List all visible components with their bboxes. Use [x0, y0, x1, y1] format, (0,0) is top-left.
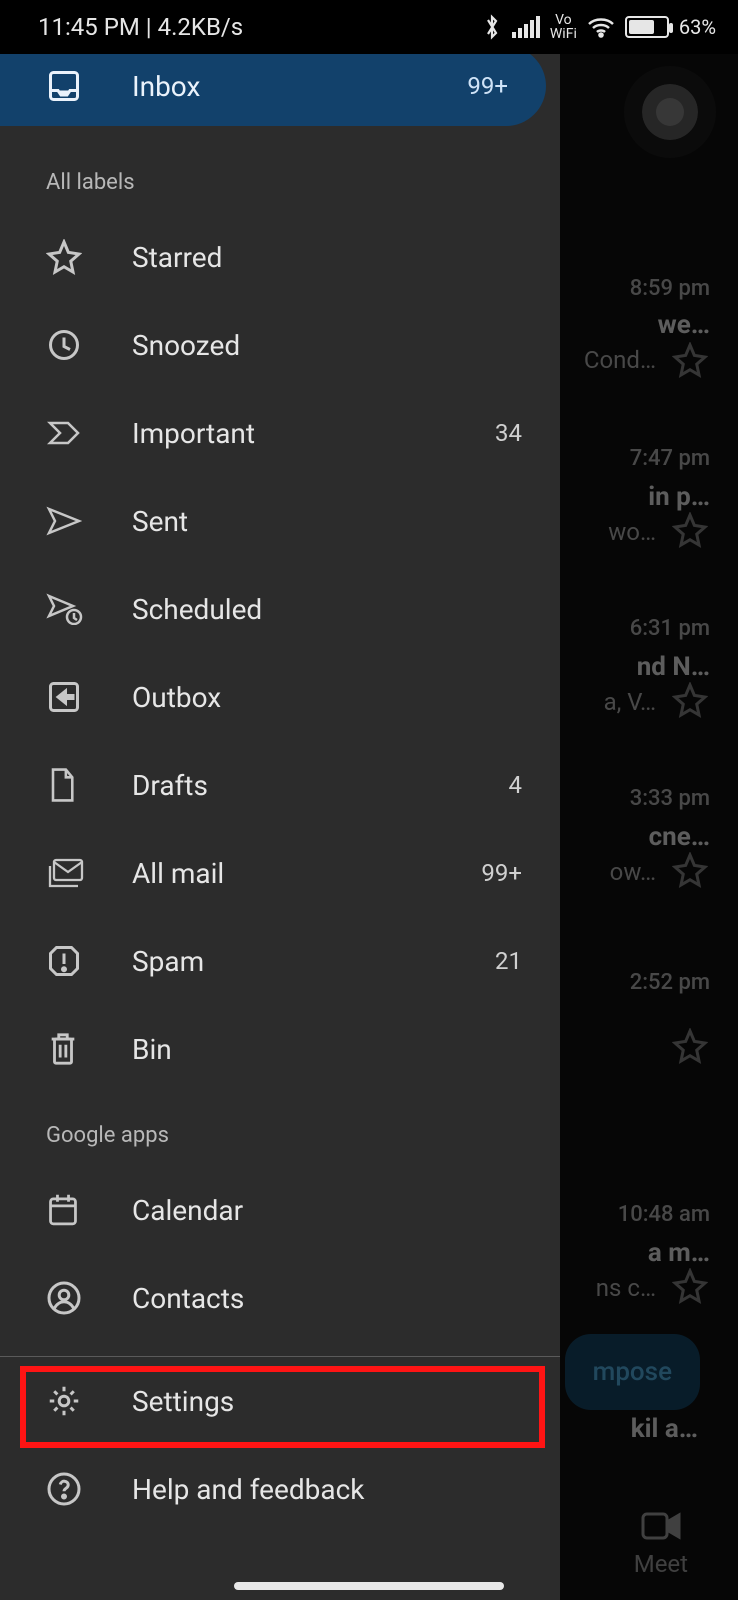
drawer-item-count: 34 [495, 419, 522, 447]
drawer-item-label: Drafts [132, 769, 208, 802]
drawer-item-label: Inbox [132, 70, 200, 103]
wifi-icon [587, 16, 615, 38]
drawer-item-calendar[interactable]: Calendar [0, 1166, 560, 1254]
drawer-item-label: All mail [132, 857, 224, 890]
clock-icon [46, 327, 82, 363]
drawer-item-allmail[interactable]: All mail 99+ [0, 829, 560, 917]
drawer-item-settings[interactable]: Settings [0, 1357, 560, 1445]
drawer-item-sent[interactable]: Sent [0, 477, 560, 565]
star-icon [46, 239, 82, 275]
bluetooth-icon [482, 13, 502, 41]
drawer-item-label: Settings [132, 1385, 234, 1418]
drawer-item-count: 99+ [481, 859, 522, 887]
nav-drawer: Inbox 99+ All labels Starred Snoozed Imp… [0, 54, 560, 1600]
drawer-item-starred[interactable]: Starred [0, 213, 560, 301]
status-time-net: 11:45 PM | 4.2KB/s [38, 13, 243, 41]
drawer-item-contacts[interactable]: Contacts [0, 1254, 560, 1342]
drawer-item-label: Help and feedback [132, 1473, 364, 1506]
drawer-item-spam[interactable]: Spam 21 [0, 917, 560, 1005]
file-icon [46, 767, 78, 803]
gear-icon [46, 1383, 82, 1419]
drawer-item-count: 4 [509, 771, 523, 799]
drawer-item-label: Contacts [132, 1282, 244, 1315]
section-all-labels: All labels [0, 154, 560, 213]
important-icon [46, 419, 82, 447]
drawer-item-count: 21 [495, 947, 522, 975]
home-indicator [234, 1582, 504, 1590]
drawer-item-outbox[interactable]: Outbox [0, 653, 560, 741]
calendar-icon [46, 1192, 80, 1228]
drawer-item-label: Outbox [132, 681, 221, 714]
contacts-icon [46, 1280, 82, 1316]
drawer-item-help[interactable]: Help and feedback [0, 1445, 560, 1533]
drawer-item-scheduled[interactable]: Scheduled [0, 565, 560, 653]
drawer-item-count: 99+ [467, 72, 508, 100]
drawer-item-label: Starred [132, 241, 222, 274]
drawer-item-label: Calendar [132, 1194, 243, 1227]
spam-icon [46, 943, 82, 979]
drawer-item-snoozed[interactable]: Snoozed [0, 301, 560, 389]
drawer-item-label: Spam [132, 945, 204, 978]
drawer-item-important[interactable]: Important 34 [0, 389, 560, 477]
trash-icon [46, 1030, 80, 1068]
section-google-apps: Google apps [0, 1093, 560, 1166]
signal-icon [512, 16, 540, 38]
drawer-item-label: Important [132, 417, 255, 450]
status-icons: Vo WiFi 63% [482, 13, 716, 41]
send-icon [46, 506, 82, 536]
status-bar: 11:45 PM | 4.2KB/s Vo WiFi 63% [0, 0, 738, 54]
drawer-item-label: Bin [132, 1033, 172, 1066]
drawer-item-label: Scheduled [132, 593, 262, 626]
battery-icon [625, 16, 669, 38]
help-icon [46, 1471, 82, 1507]
outbox-icon [46, 679, 82, 715]
inbox-icon [46, 68, 82, 104]
scheduled-icon [46, 593, 84, 625]
drawer-item-drafts[interactable]: Drafts 4 [0, 741, 560, 829]
drawer-item-label: Sent [132, 505, 188, 538]
drawer-item-label: Snoozed [132, 329, 240, 362]
battery-percent: 63% [679, 15, 716, 39]
drawer-item-inbox[interactable]: Inbox 99+ [0, 54, 546, 126]
vowifi-icon: Vo WiFi [550, 13, 577, 41]
drawer-item-bin[interactable]: Bin [0, 1005, 560, 1093]
all-mail-icon [46, 856, 86, 890]
